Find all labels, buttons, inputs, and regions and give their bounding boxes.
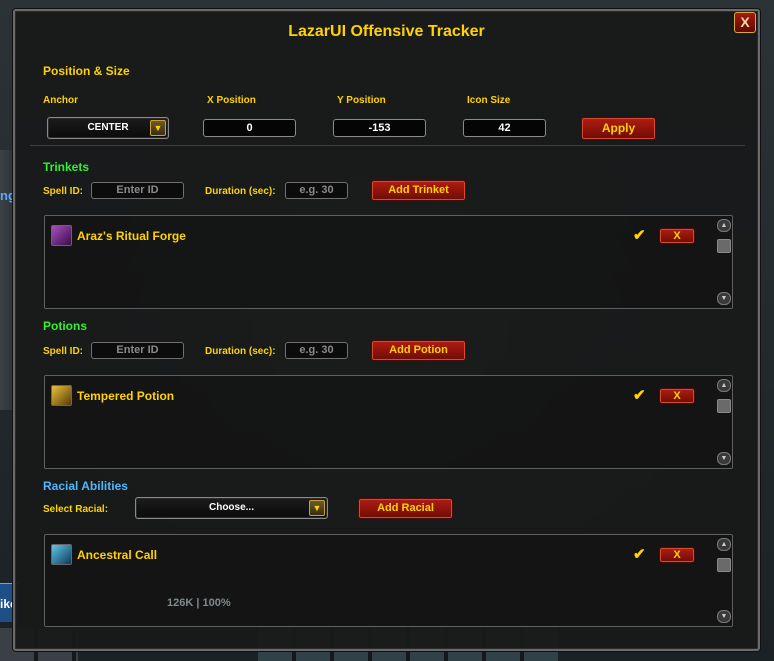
trinket-scrollbar[interactable]: ▲ ▼: [717, 219, 731, 305]
potion-icon: [51, 385, 72, 406]
potion-duration-label: Duration (sec):: [205, 346, 276, 357]
checkmark-icon[interactable]: ✔: [633, 226, 646, 244]
add-potion-button[interactable]: Add Potion: [371, 340, 466, 361]
icon-size-label: Icon Size: [467, 95, 511, 106]
position-size-heading: Position & Size: [43, 64, 130, 78]
scroll-up-icon[interactable]: ▲: [717, 219, 731, 232]
trinket-duration-input[interactable]: e.g. 30: [285, 182, 348, 199]
racial-dropdown-value: Choose...: [208, 502, 254, 513]
checkmark-icon[interactable]: ✔: [633, 386, 646, 404]
add-racial-button[interactable]: Add Racial: [358, 498, 453, 519]
racial-item-name: Ancestral Call: [77, 548, 158, 562]
remove-potion-button[interactable]: X: [659, 388, 695, 404]
anchor-label: Anchor: [43, 95, 78, 106]
scroll-thumb[interactable]: [717, 399, 731, 413]
potion-spell-id-label: Spell ID:: [43, 346, 84, 357]
trinket-spell-id-label: Spell ID:: [43, 186, 84, 197]
racial-list: Ancestral Call ✔ X ▲ ▼ 126K | 100%: [44, 534, 733, 627]
racial-scrollbar[interactable]: ▲ ▼: [717, 538, 731, 623]
remove-trinket-button[interactable]: X: [659, 228, 695, 244]
remove-racial-button[interactable]: X: [659, 547, 695, 563]
scroll-up-icon[interactable]: ▲: [717, 538, 731, 551]
trinket-duration-label: Duration (sec):: [205, 186, 276, 197]
potion-spell-id-input[interactable]: Enter ID: [91, 342, 184, 359]
trinkets-heading: Trinkets: [43, 160, 90, 174]
apply-button[interactable]: Apply: [581, 117, 656, 140]
trinket-list: Araz's Ritual Forge ✔ X ▲ ▼: [44, 215, 733, 309]
offensive-tracker-window: LazarUI Offensive Tracker X Position & S…: [13, 9, 760, 651]
anchor-dropdown[interactable]: CENTER ▼: [47, 117, 169, 139]
scroll-thumb[interactable]: [717, 558, 731, 572]
trinket-list-item: Araz's Ritual Forge ✔ X: [51, 225, 702, 247]
y-position-label: Y Position: [337, 95, 386, 106]
x-position-label: X Position: [207, 95, 256, 106]
y-position-input[interactable]: -153: [333, 119, 426, 137]
potion-scrollbar[interactable]: ▲ ▼: [717, 379, 731, 465]
background-health-text: 126K | 100%: [167, 597, 231, 609]
scroll-down-icon[interactable]: ▼: [717, 292, 731, 305]
racial-list-item: Ancestral Call ✔ X: [51, 544, 702, 566]
chevron-down-icon[interactable]: ▼: [309, 500, 325, 516]
trinket-spell-id-input[interactable]: Enter ID: [91, 182, 184, 199]
checkmark-icon[interactable]: ✔: [633, 545, 646, 563]
racial-dropdown[interactable]: Choose... ▼: [135, 497, 328, 519]
trinket-item-name: Araz's Ritual Forge: [77, 229, 186, 243]
scroll-up-icon[interactable]: ▲: [717, 379, 731, 392]
potions-heading: Potions: [43, 319, 87, 333]
anchor-dropdown-value: CENTER: [87, 122, 129, 133]
add-trinket-button[interactable]: Add Trinket: [371, 180, 466, 201]
potion-item-name: Tempered Potion: [77, 389, 175, 403]
chevron-down-icon[interactable]: ▼: [150, 120, 166, 136]
ritual-forge-icon: [51, 225, 72, 246]
scroll-down-icon[interactable]: ▼: [717, 610, 731, 623]
ancestral-call-icon: [51, 544, 72, 565]
icon-size-input[interactable]: 42: [463, 119, 546, 137]
section-divider: [30, 145, 745, 146]
close-button[interactable]: X: [734, 12, 756, 33]
x-position-input[interactable]: 0: [203, 119, 296, 137]
scroll-down-icon[interactable]: ▼: [717, 452, 731, 465]
potion-list-item: Tempered Potion ✔ X: [51, 385, 702, 407]
racial-abilities-heading: Racial Abilities: [43, 479, 128, 493]
select-racial-label: Select Racial:: [43, 504, 109, 515]
potion-list: Tempered Potion ✔ X ▲ ▼: [44, 375, 733, 469]
potion-duration-input[interactable]: e.g. 30: [285, 342, 348, 359]
window-title: LazarUI Offensive Tracker: [288, 23, 485, 40]
scroll-thumb[interactable]: [717, 239, 731, 253]
